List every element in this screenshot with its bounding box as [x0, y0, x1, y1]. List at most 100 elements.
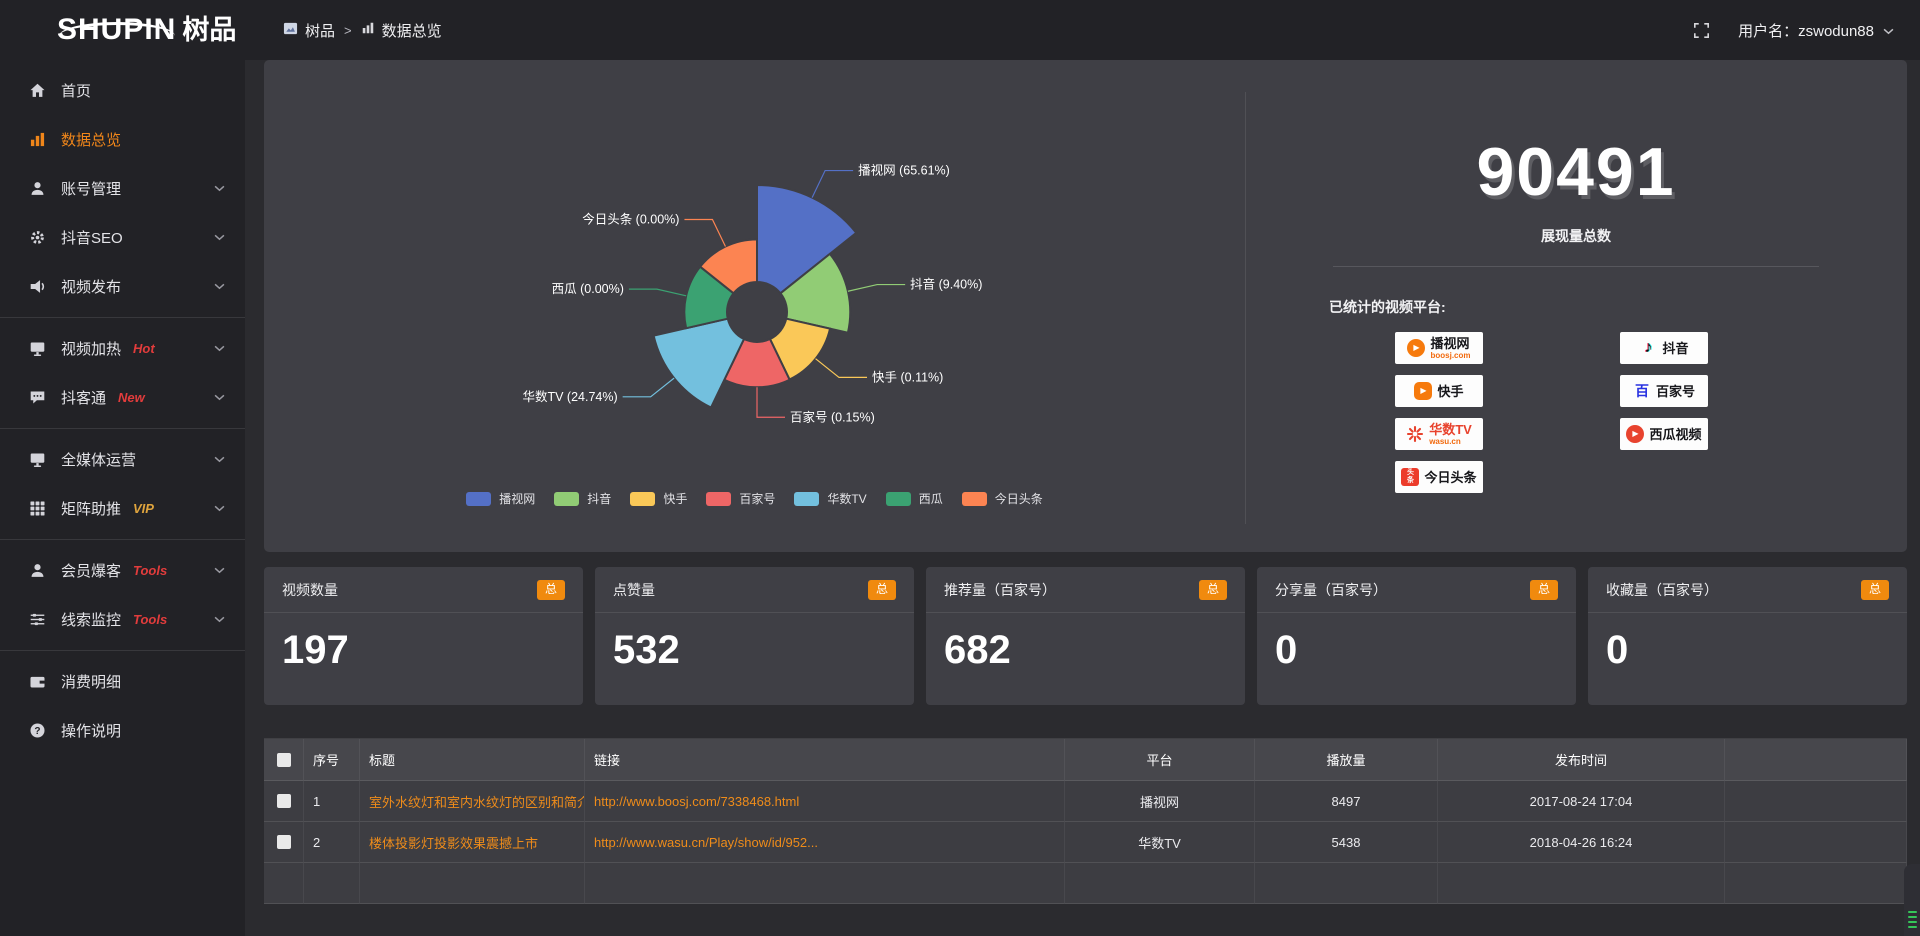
select-all-cell [264, 739, 304, 781]
chevron-down-icon [214, 616, 225, 623]
legend-item-华数TV[interactable]: 华数TV [794, 490, 866, 507]
user-menu[interactable]: 用户名：zswodun88 [1738, 20, 1894, 41]
platform-badge-快手: ▶快手 [1395, 375, 1483, 407]
floating-widget[interactable] [1904, 864, 1920, 936]
sidebar-item-全媒体运营[interactable]: 全媒体运营 [0, 435, 245, 484]
legend-item-今日头条[interactable]: 今日头条 [962, 490, 1043, 507]
total-badge: 总 [1199, 580, 1227, 599]
cell-title[interactable]: 室外水纹灯和室内水纹灯的区别和简介 [360, 781, 585, 822]
sidebar-item-视频加热[interactable]: 视频加热Hot [0, 324, 245, 373]
legend-swatch [794, 492, 819, 506]
stat-card-label: 点赞量 [613, 580, 655, 600]
grid-icon [28, 500, 46, 518]
cell-platform: 华数TV [1065, 822, 1255, 863]
sidebar-item-账号管理[interactable]: 账号管理 [0, 164, 245, 213]
sidebar-item-抖音SEO[interactable]: 抖音SEO [0, 213, 245, 262]
breadcrumb-separator: > [344, 23, 352, 38]
platform-name: 华数TV [1429, 423, 1472, 436]
sidebar-item-数据总览[interactable]: 数据总览 [0, 115, 245, 164]
sidebar-item-线索监控[interactable]: 线索监控Tools [0, 595, 245, 644]
legend-label: 快手 [663, 490, 687, 507]
legend-item-抖音[interactable]: 抖音 [554, 490, 611, 507]
stat-card-value: 197 [264, 613, 583, 670]
pie-label-快手: 快手 (0.11%) [872, 370, 943, 384]
legend-item-快手[interactable]: 快手 [630, 490, 687, 507]
stat-card-label: 推荐量（百家号） [944, 580, 1056, 600]
baijiahao-logo: 百 [1633, 382, 1651, 400]
sidebar-divider [0, 539, 245, 540]
sidebar-divider [0, 317, 245, 318]
sidebar-item-badge: VIP [133, 501, 154, 516]
platform-subtext: wasu.cn [1429, 438, 1461, 446]
stat-card-value: 682 [926, 613, 1245, 670]
summary-area: 90491 展现量总数 已统计的视频平台: ▶播视网boosj.com♪抖音▶快… [1245, 60, 1907, 552]
total-impressions-label: 展现量总数 [1245, 226, 1907, 246]
boosj-logo: ▶ [1407, 339, 1425, 357]
sidebar-item-抖客通[interactable]: 抖客通New [0, 373, 245, 422]
widget-line [1908, 916, 1917, 918]
stat-card-label: 收藏量（百家号） [1606, 580, 1718, 600]
sidebar-item-首页[interactable]: 首页 [0, 66, 245, 115]
sidebar-item-label: 抖客通 [61, 387, 106, 408]
platform-name: 抖音 [1662, 342, 1688, 355]
legend-item-百家号[interactable]: 百家号 [706, 490, 775, 507]
horizontal-divider [1333, 266, 1819, 267]
row-checkbox[interactable] [277, 794, 291, 808]
videos-table: 序号标题链接平台播放量发布时间1室外水纹灯和室内水纹灯的区别和简介http://… [264, 738, 1907, 904]
sidebar-item-会员爆客[interactable]: 会员爆客Tools [0, 546, 245, 595]
cell-title[interactable]: 楼体投影灯投影效果震撼上市 [360, 822, 585, 863]
chevron-down-icon [214, 234, 225, 241]
sidebar-item-操作说明[interactable]: ?操作说明 [0, 706, 245, 755]
legend-label: 播视网 [499, 490, 535, 507]
column-header: 播放量 [1255, 739, 1438, 781]
cell-platform: 播视网 [1065, 781, 1255, 822]
pie-label-今日头条: 今日头条 (0.00%) [582, 211, 679, 226]
pie-label-华数TV: 华数TV (24.74%) [522, 389, 617, 404]
sidebar-item-视频发布[interactable]: 视频发布 [0, 262, 245, 311]
breadcrumb-root[interactable]: 树品 [283, 20, 335, 41]
label-line-西瓜 [629, 289, 686, 296]
sidebar-item-label: 操作说明 [61, 720, 121, 741]
pie-label-百家号: 百家号 (0.15%) [790, 409, 875, 424]
sidebar-item-矩阵助推[interactable]: 矩阵助推VIP [0, 484, 245, 533]
sidebar-item-label: 首页 [61, 80, 91, 101]
legend-item-西瓜[interactable]: 西瓜 [886, 490, 943, 507]
cell-empty [304, 863, 360, 904]
cell-link[interactable]: http://www.wasu.cn/Play/show/id/952... [585, 822, 1065, 863]
stat-card-value: 532 [595, 613, 914, 670]
stat-card-header: 推荐量（百家号） 总 [926, 567, 1245, 613]
sidebar-item-label: 视频发布 [61, 276, 121, 297]
fullscreen-icon[interactable] [1693, 22, 1710, 39]
app-logo[interactable]: SHUPIN 树品 [0, 15, 245, 45]
row-checkbox[interactable] [277, 835, 291, 849]
platform-name: 快手 [1437, 385, 1463, 398]
total-badge: 总 [537, 580, 565, 599]
xigua-logo: ▶ [1626, 425, 1644, 443]
legend-item-播视网[interactable]: 播视网 [466, 490, 535, 507]
platform-badge-抖音: ♪抖音 [1620, 332, 1708, 364]
main-content: 抖音seo数据全媒体运营数据询盘数据 播视网 (65.61%)抖音 (9.40%… [245, 0, 1920, 904]
wallet-icon [28, 673, 46, 691]
stat-card-header: 收藏量（百家号）总 [1588, 567, 1907, 613]
label-line-华数TV [623, 378, 674, 397]
select-all-checkbox[interactable] [277, 753, 291, 767]
sidebar-divider [0, 428, 245, 429]
row-select-cell [264, 822, 304, 863]
column-header: 链接 [585, 739, 1065, 781]
platform-name: 西瓜视频 [1649, 428, 1701, 441]
cell-empty [1725, 863, 1907, 904]
platform-badge-grid: ▶播视网boosj.com♪抖音▶快手百百家号华数TVwasu.cn▶西瓜视频头… [1395, 332, 1907, 493]
pie-label-播视网: 播视网 (65.61%) [858, 163, 950, 178]
breadcrumb-current[interactable]: 数据总览 [361, 20, 442, 41]
column-header: 标题 [360, 739, 585, 781]
platform-name: 今日头条 [1424, 471, 1476, 484]
cell-no: 2 [304, 822, 360, 863]
cell-link[interactable]: http://www.boosj.com/7338468.html [585, 781, 1065, 822]
platform-badge-播视网: ▶播视网boosj.com [1395, 332, 1483, 364]
sidebar-item-消费明细[interactable]: 消费明细 [0, 657, 245, 706]
topbar-right: 用户名：zswodun88 [1693, 20, 1920, 41]
chevron-down-icon [214, 283, 225, 290]
pie-slice-华数TV[interactable] [654, 319, 744, 408]
widget-line [1908, 911, 1917, 913]
user-icon [28, 180, 46, 198]
